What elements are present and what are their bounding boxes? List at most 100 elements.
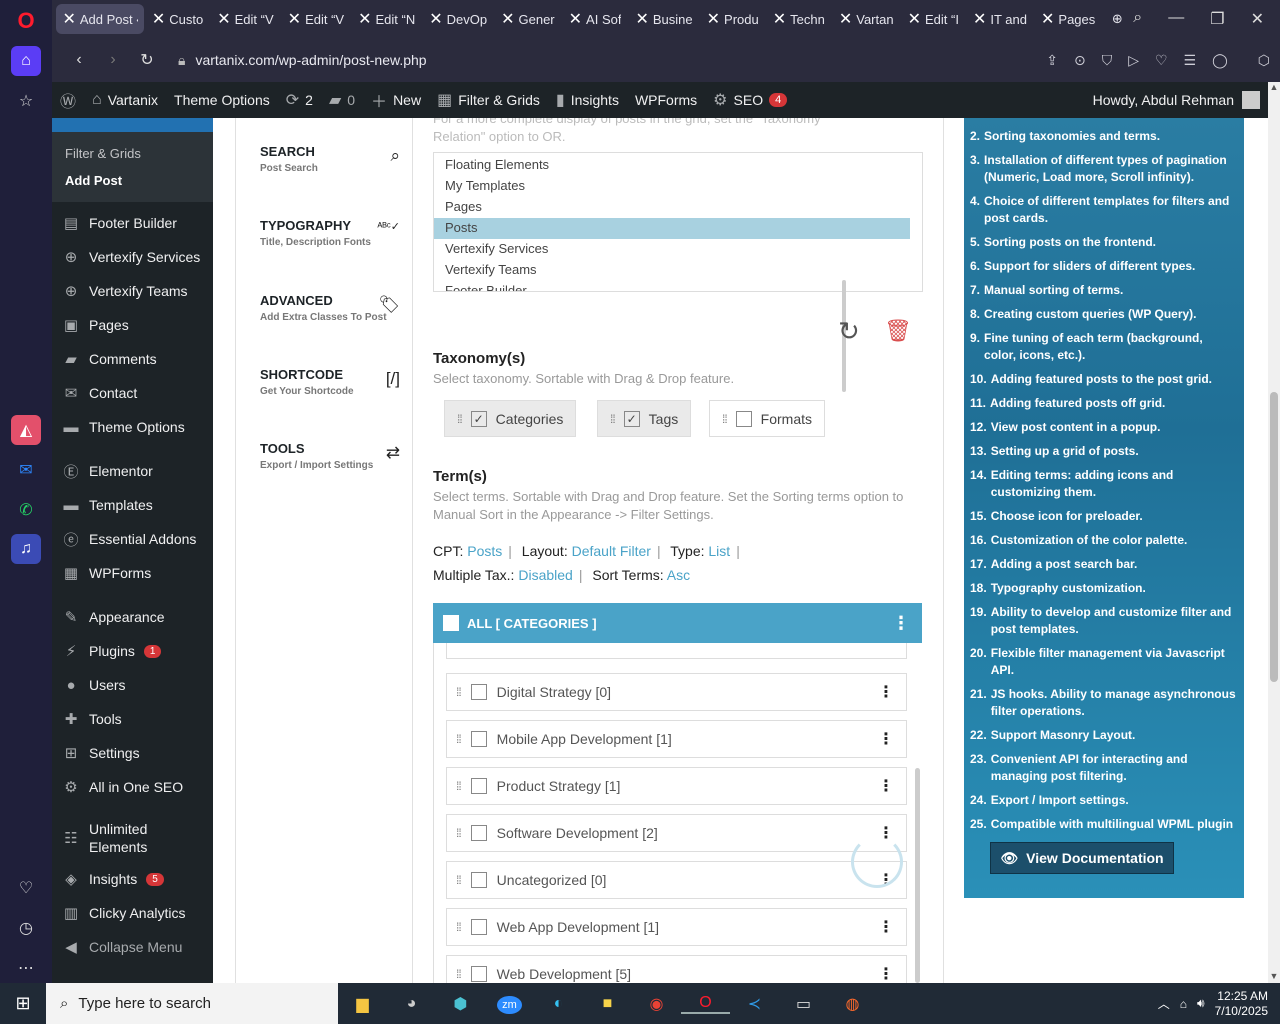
sidebar-item-pages[interactable]: ▣ Pages [52, 308, 213, 342]
sidebar-item-plugins[interactable]: ⚡ Plugins 1 [52, 634, 213, 668]
page-scrollbar[interactable]: ▲ ▼ [1268, 82, 1280, 983]
term-checkbox[interactable] [470, 684, 487, 700]
site-name-link[interactable]: ⌂ Vartanix [84, 82, 166, 118]
post-type-option[interactable]: Posts [434, 218, 910, 239]
post-type-select[interactable]: Floating Elements My Templates Pages Posts V… [433, 152, 923, 292]
taxonomy-chip-categories[interactable]: ⁞⁞ ✓ Categories [444, 400, 577, 437]
sidebar-item-tools[interactable]: ✚ Tools [52, 702, 213, 736]
wp-logo[interactable]: Ⓦ [52, 82, 84, 118]
page-scroll-thumb[interactable] [1270, 392, 1278, 682]
cpt-value-link[interactable]: Posts [467, 543, 502, 559]
more-options-icon[interactable]: ⋮ [878, 917, 894, 937]
history-clock-icon[interactable]: ◷ [11, 913, 41, 943]
sidebar-item-footer-builder[interactable]: ▤ Footer Builder [52, 206, 213, 240]
app-orange-icon[interactable]: ◍ [828, 994, 877, 1014]
browser-tab[interactable]: ✕ Edit “N [352, 4, 421, 34]
browser-tab[interactable]: ✕ Add Post ‹ [56, 4, 144, 34]
drag-handle-icon[interactable]: ⁞⁞ [456, 685, 462, 699]
sidebar-item-theme-options[interactable]: ▬ Theme Options [52, 410, 213, 444]
edge-icon[interactable]: ◐ [534, 995, 583, 1013]
drag-handle-icon[interactable]: ⁞⁞ [456, 826, 462, 840]
browser-tab[interactable]: ✕ IT and [967, 4, 1033, 34]
type-value-link[interactable]: List [708, 543, 730, 559]
zoom-icon[interactable]: zm [485, 995, 534, 1014]
paint-icon[interactable]: ◕ [387, 995, 436, 1013]
browser-tab[interactable]: ✕ Vartan [833, 4, 900, 34]
more-options-icon[interactable]: ⋮ [878, 776, 894, 796]
sidebar-item-contact[interactable]: ✉ Contact [52, 376, 213, 410]
taxonomy-checkbox[interactable]: ✓ [470, 410, 487, 427]
account-menu[interactable]: Howdy, Abdul Rehman [1093, 91, 1268, 109]
sidebar-item-wpforms[interactable]: ▦ WPForms [52, 556, 213, 590]
settings-nav-tools[interactable]: TOOLS Export / Import Settings ⇄ [260, 441, 400, 471]
settings-nav-advanced[interactable]: ADVANCED Add Extra Classes To Post 🏷︎ [260, 293, 400, 323]
list-item[interactable]: ⁞⁞ Mobile App Development [1] ⋮ [446, 720, 907, 758]
restore-icon[interactable]: ❐ [1210, 9, 1224, 29]
taskbar-search[interactable]: ⌕ Type here to search [46, 983, 338, 1024]
heart-icon[interactable]: ♡ [11, 873, 41, 903]
reset-icon[interactable]: ↻ [838, 316, 860, 347]
list-item[interactable]: ⁞⁞ Software Development [2] ⋮ [446, 814, 907, 852]
list-item[interactable]: ⁞⁞ Uncategorized [0] ⋮ [446, 861, 907, 899]
drag-handle-icon[interactable]: ⁞⁞ [457, 412, 463, 426]
browser-tab[interactable]: ✕ Custo [146, 4, 209, 34]
layout-value-link[interactable]: Default Filter [572, 543, 651, 559]
submenu-add-post[interactable]: Add Post [52, 167, 213, 194]
browser-tab[interactable]: ✕ Techn [767, 4, 831, 34]
settings-nav-shortcode[interactable]: SHORTCODE Get Your Shortcode [/] [260, 367, 400, 397]
clock[interactable]: 12:25 AM 7/10/2025 [1215, 989, 1268, 1019]
terminal-icon[interactable]: ▭ [779, 994, 828, 1014]
term-checkbox[interactable] [470, 778, 487, 794]
taxonomy-checkbox[interactable]: ✓ [623, 410, 640, 427]
list-item[interactable]: ⁞⁞ Product Strategy [1] ⋮ [446, 767, 907, 805]
sidebar-item-elementor[interactable]: Ⓔ Elementor [52, 454, 213, 488]
whatsapp-icon[interactable]: ✆ [11, 495, 41, 525]
select-all-checkbox[interactable] [443, 615, 459, 631]
browser-tab[interactable]: ✕ Edit “I [902, 4, 965, 34]
drag-handle-icon[interactable]: ⁞⁞ [456, 967, 462, 981]
browser-tab[interactable]: ✕ Edit “V [282, 4, 350, 34]
share-icon[interactable]: ⇪ [1046, 52, 1058, 69]
browser-tab[interactable]: ✕ AI Sof [563, 4, 628, 34]
chrome-icon[interactable]: ◉ [632, 994, 681, 1014]
scroll-up-icon[interactable]: ▲ [1268, 82, 1280, 92]
sidebar-item-users[interactable]: ● Users [52, 668, 213, 702]
sidebar-item-vertexify-teams[interactable]: ⊕ Vertexify Teams [52, 274, 213, 308]
drag-handle-icon[interactable]: ⁞⁞ [456, 732, 462, 746]
term-checkbox[interactable] [470, 872, 487, 888]
updates-link[interactable]: ⟳ 2 [278, 82, 321, 118]
snapshot-camera-icon[interactable]: ⊙ [1074, 52, 1086, 69]
sidebar-item-unlimited-elements[interactable]: ☷ Unlimited Elements [52, 814, 213, 862]
current-menu-head[interactable] [52, 118, 213, 132]
app-hex-icon[interactable]: ⬢ [436, 994, 485, 1014]
header-more-icon[interactable]: ⋮ [892, 613, 910, 634]
settings-nav-typography[interactable]: TYPOGRAPHY Title, Description Fonts ᴬᴮᶜ✓ [260, 218, 400, 248]
post-type-option[interactable]: My Templates [434, 176, 922, 197]
drag-handle-icon[interactable]: ⁞⁞ [722, 412, 728, 426]
tray-chevron-icon[interactable]: ︿ [1158, 995, 1170, 1012]
home-icon[interactable]: ⌂ [11, 45, 41, 76]
browser-tab[interactable]: ✕ Pages [1035, 4, 1101, 34]
sidebar-item-appearance[interactable]: ✎ Appearance [52, 600, 213, 634]
sidebar-item-comments[interactable]: ▰ Comments [52, 342, 213, 376]
sidebar-item-clicky-analytics[interactable]: ▥ Clicky Analytics [52, 896, 213, 930]
easy-setup-icon[interactable]: ☰ [1184, 52, 1197, 69]
sidebar-item-templates[interactable]: ▬ Templates [52, 488, 213, 522]
filter-grids-link[interactable]: ▦ Filter & Grids [429, 82, 548, 118]
opera-icon[interactable]: O [681, 994, 730, 1014]
drag-handle-icon[interactable]: ⁞⁞ [456, 873, 462, 887]
list-item[interactable]: ⁞⁞ Web App Development [1] ⋮ [446, 908, 907, 946]
term-checkbox[interactable] [470, 731, 487, 747]
music-player-icon[interactable]: ♫ [11, 534, 41, 565]
theme-options-link[interactable]: Theme Options [166, 82, 278, 118]
new-tab-button[interactable]: ⊕ [1103, 4, 1131, 34]
drag-handle-icon[interactable]: ⁞⁞ [456, 920, 462, 934]
taxonomy-checkbox[interactable] [735, 410, 752, 427]
more-dots-icon[interactable]: ⋯ [11, 953, 41, 983]
submenu-filter-grids[interactable]: Filter & Grids [52, 140, 213, 167]
network-icon[interactable]: ⌂ [1180, 997, 1187, 1011]
more-options-icon[interactable]: ⋮ [878, 964, 894, 983]
settings-nav-search[interactable]: SEARCH Post Search ⌕ [260, 144, 400, 174]
term-checkbox[interactable] [470, 825, 487, 841]
post-type-option[interactable]: Pages [434, 197, 922, 218]
